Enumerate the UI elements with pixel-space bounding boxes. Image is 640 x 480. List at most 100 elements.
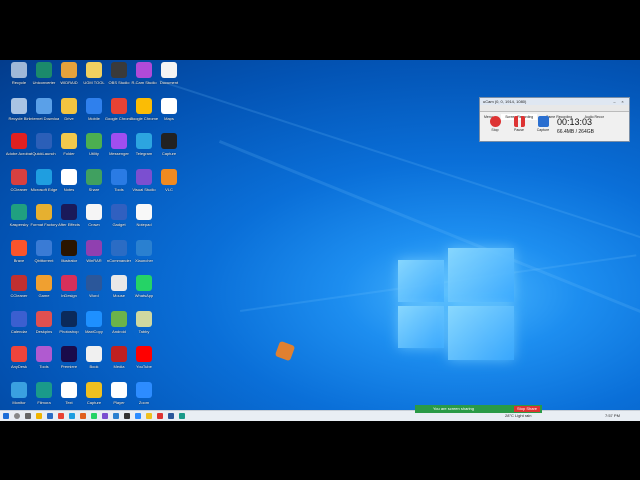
- taskbar-app-icon[interactable]: [47, 413, 53, 419]
- app-icon: [86, 168, 102, 185]
- screen-share-bar: You are screen sharing Stop Share: [415, 405, 542, 413]
- app-icon: [61, 275, 77, 291]
- app-icon: [61, 204, 77, 220]
- windows-logo: [398, 248, 514, 360]
- app-icon: [36, 239, 52, 256]
- desktop-icon[interactable]: Tabby: [129, 310, 159, 334]
- pause-label: Pause: [514, 128, 524, 132]
- app-icon: [36, 381, 52, 398]
- taskbar: 28°C Light rain 7:57 PM: [0, 410, 640, 421]
- monitor-icon: [537, 116, 549, 127]
- app-icon: [86, 346, 102, 362]
- desktop-icon-label: Document: [159, 80, 179, 85]
- search-icon[interactable]: [14, 413, 20, 419]
- app-icon: [86, 133, 102, 149]
- app-icon: [11, 310, 27, 327]
- desktop-icon[interactable]: Xlauncher: [129, 239, 159, 263]
- app-icon: [61, 62, 77, 78]
- taskbar-app-icon[interactable]: [157, 413, 163, 419]
- app-icon: [136, 275, 152, 291]
- app-icon: [61, 168, 77, 185]
- app-icon: [136, 204, 152, 220]
- stop-icon: [489, 116, 501, 127]
- app-icon: [136, 133, 152, 149]
- app-icon: [136, 168, 152, 185]
- taskbar-app-icon[interactable]: [58, 413, 64, 419]
- app-icon: [111, 239, 127, 256]
- minimize-icon[interactable]: –: [612, 99, 617, 104]
- app-icon: [136, 62, 152, 78]
- app-icon: [161, 97, 177, 114]
- app-icon: [11, 133, 27, 149]
- taskbar-app-icon[interactable]: [146, 413, 152, 419]
- taskbar-app-icon[interactable]: [80, 413, 86, 419]
- desktop-icon[interactable]: Capture: [154, 133, 184, 156]
- app-icon: [11, 275, 27, 291]
- taskbar-app-icon[interactable]: [36, 413, 42, 419]
- app-icon: [111, 168, 127, 185]
- desktop-icon[interactable]: Notepad: [129, 204, 159, 227]
- app-icon: [86, 62, 102, 78]
- desktop-icon[interactable]: WhatsApp: [129, 275, 159, 298]
- taskbar-app-icon[interactable]: [113, 413, 119, 419]
- pause-button[interactable]: Pause: [510, 116, 528, 132]
- desktop-icon[interactable]: Document: [154, 62, 184, 85]
- app-icon: [36, 310, 52, 327]
- task-view-icon[interactable]: [25, 413, 31, 419]
- weather-text[interactable]: 28°C Light rain: [505, 412, 532, 420]
- ucam-window[interactable]: uCam (0, 0, 1914, 1080) – × Menu Screen …: [479, 97, 630, 142]
- taskbar-app-icon[interactable]: [168, 413, 174, 419]
- taskbar-app-icon[interactable]: [124, 413, 130, 419]
- ucam-title: uCam (0, 0, 1914, 1080): [483, 99, 527, 104]
- taskbar-app-icon[interactable]: [91, 413, 97, 419]
- app-icon: [161, 133, 177, 149]
- share-status: You are screen sharing: [433, 406, 474, 411]
- desktop-icon[interactable]: Zoom: [129, 381, 159, 405]
- desktop-icon-app[interactable]: [270, 340, 300, 362]
- app-icon: [11, 239, 27, 256]
- app-icon: [136, 381, 152, 398]
- desktop-icon-label: WhatsApp: [134, 293, 154, 298]
- app-icon: [111, 204, 127, 220]
- pause-icon: [513, 116, 525, 127]
- close-icon[interactable]: ×: [620, 99, 625, 104]
- app-icon: [11, 62, 27, 78]
- app-icon: [111, 346, 127, 362]
- stop-button[interactable]: Stop: [486, 116, 504, 132]
- taskbar-app-icon[interactable]: [102, 413, 108, 419]
- app-icon: [111, 310, 127, 327]
- app-icon: [111, 133, 127, 149]
- stop-share-button[interactable]: Stop Share: [513, 406, 540, 412]
- taskbar-app-icon[interactable]: [135, 413, 141, 419]
- desktop-icon[interactable]: VLC: [154, 168, 184, 192]
- desktop-icon[interactable]: YouTube: [129, 346, 159, 369]
- desktop-icon-label: Maps: [164, 115, 174, 121]
- desktop-icon-label: Capture: [161, 151, 177, 156]
- app-icon: [11, 168, 27, 185]
- ucam-tabs: Menu Screen Recording Game Recording Aud…: [480, 105, 629, 120]
- desktop-icon-label: YouTube: [136, 364, 152, 369]
- app-icon: [61, 346, 77, 362]
- app-icon: [36, 346, 52, 362]
- capture-button[interactable]: Capture: [534, 116, 552, 132]
- desktop-icon[interactable]: Maps: [154, 97, 184, 121]
- app-icon: [86, 239, 102, 256]
- taskbar-app-icon[interactable]: [179, 413, 185, 419]
- desktop-icon-label: Tabby: [138, 328, 150, 334]
- desktop-icon-label: Xlauncher: [134, 257, 153, 263]
- app-icon: [86, 275, 102, 291]
- app-icon: [11, 97, 27, 114]
- start-icon[interactable]: [3, 413, 9, 419]
- app-icon: [86, 310, 102, 327]
- app-icon: [11, 204, 27, 220]
- app-icon: [36, 62, 52, 78]
- app-icon: [61, 239, 77, 256]
- app-icon: [136, 346, 152, 362]
- app-icon: [36, 275, 52, 291]
- ucam-titlebar[interactable]: uCam (0, 0, 1914, 1080) – ×: [480, 98, 629, 105]
- app-icon: [61, 133, 77, 149]
- clock[interactable]: 7:57 PM: [605, 412, 620, 420]
- taskbar-app-icon[interactable]: [69, 413, 75, 419]
- recording-timer: 00:13:03: [557, 117, 593, 127]
- app-icon: [61, 381, 77, 398]
